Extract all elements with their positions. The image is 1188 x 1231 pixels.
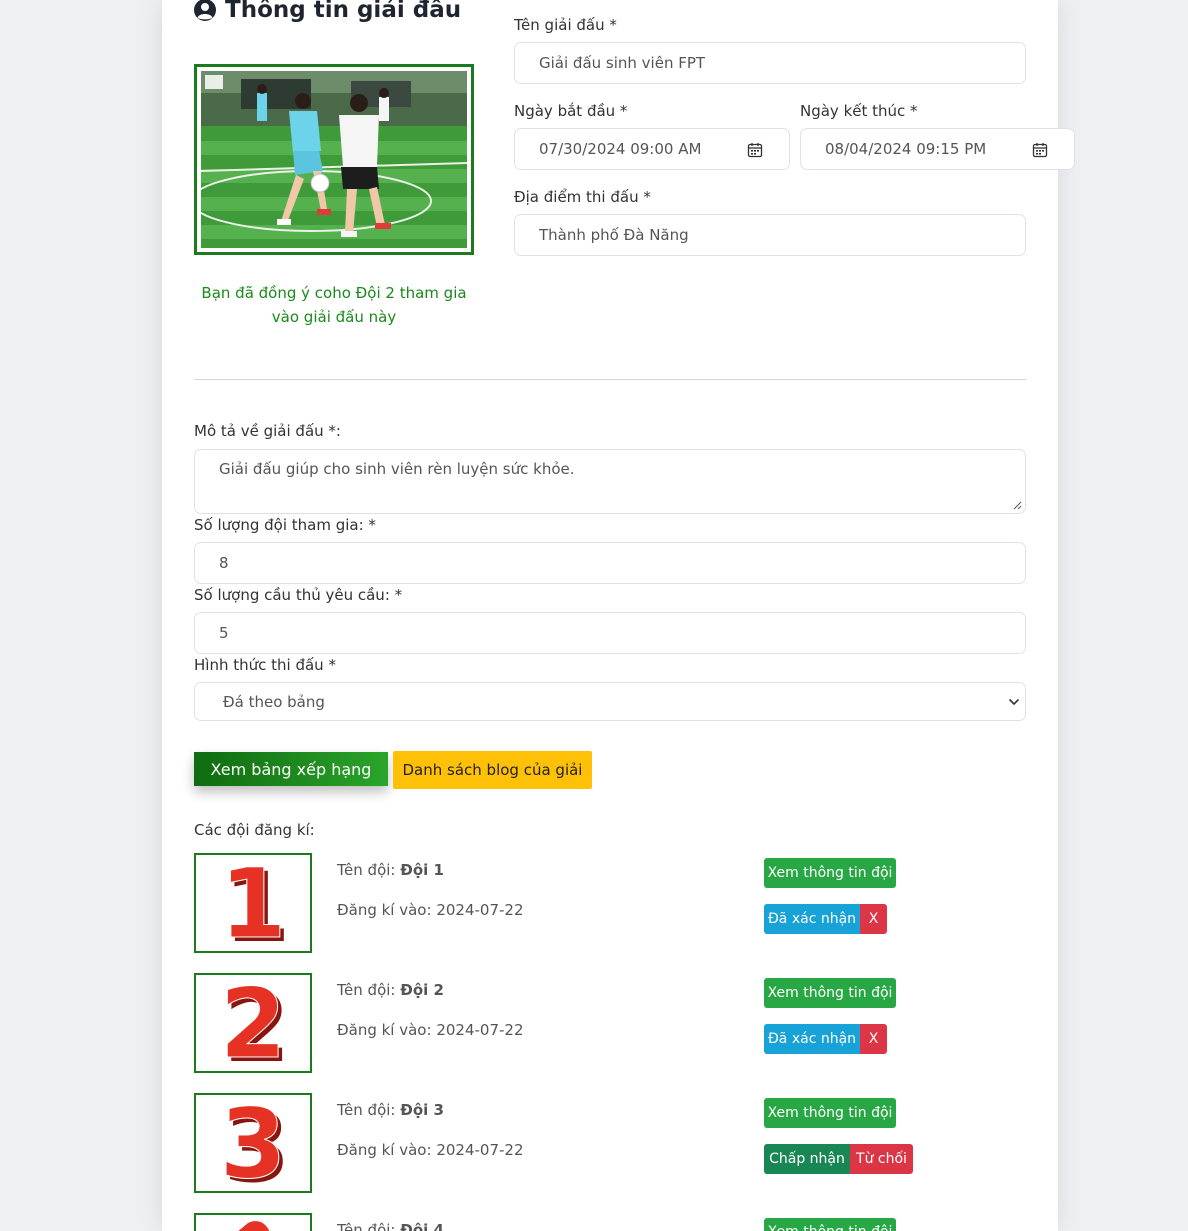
view-team-button[interactable]: Xem thông tin đội bbox=[764, 1218, 896, 1231]
player-count-value: 5 bbox=[219, 624, 229, 642]
team-logo bbox=[194, 1213, 312, 1231]
section-divider bbox=[194, 379, 1026, 380]
tournament-photo bbox=[201, 71, 467, 248]
location-input[interactable]: Thành phố Đà Năng bbox=[514, 214, 1026, 256]
player-count-input[interactable]: 5 bbox=[194, 612, 1026, 654]
description-label: Mô tả về giải đấu *: bbox=[194, 422, 341, 440]
view-standings-button[interactable]: Xem bảng xếp hạng bbox=[194, 752, 388, 786]
team-name: Tên đội: Đội 2 bbox=[337, 981, 444, 999]
page-title: Thông tin giải đấu bbox=[193, 0, 461, 23]
calendar-icon[interactable] bbox=[747, 142, 763, 158]
team-name: Tên đội: Đội 1 bbox=[337, 861, 444, 879]
format-select[interactable]: Đá theo bảng bbox=[194, 682, 1026, 721]
team-name: Tên đội: Đội 4 bbox=[337, 1221, 444, 1231]
teams-heading: Các đội đăng kí: bbox=[194, 821, 315, 839]
start-date-label: Ngày bắt đầu * bbox=[514, 102, 628, 120]
team-registered-date: Đăng kí vào: 2024-07-22 bbox=[337, 1021, 524, 1039]
resize-grip-icon[interactable] bbox=[1013, 501, 1022, 510]
start-date-value: 07/30/2024 09:00 AM bbox=[539, 140, 702, 158]
user-circle-icon bbox=[194, 0, 216, 21]
accept-team-button[interactable]: Chấp nhận bbox=[764, 1144, 850, 1174]
team-count-input[interactable]: 8 bbox=[194, 542, 1026, 584]
svg-text:3: 3 bbox=[220, 1095, 287, 1191]
page-title-text: Thông tin giải đấu bbox=[225, 0, 462, 23]
team-registered-date: Đăng kí vào: 2024-07-22 bbox=[337, 1141, 524, 1159]
name-label: Tên giải đấu * bbox=[514, 16, 617, 34]
chevron-down-icon bbox=[1009, 699, 1019, 705]
team-logo: 1 1 bbox=[194, 853, 312, 953]
team-number-image: 3 3 bbox=[219, 1095, 290, 1191]
team-number-image: 2 2 bbox=[219, 975, 290, 1071]
confirmed-button[interactable]: Đã xác nhận bbox=[764, 1024, 860, 1054]
name-input[interactable]: Giải đấu sinh viên FPT bbox=[514, 42, 1026, 84]
end-date-label: Ngày kết thúc * bbox=[800, 102, 918, 120]
location-value: Thành phố Đà Năng bbox=[539, 226, 689, 244]
team-logo: 2 2 bbox=[194, 973, 312, 1073]
team-count-value: 8 bbox=[219, 554, 229, 572]
description-value: Giải đấu giúp cho sinh viên rèn luyện sứ… bbox=[219, 460, 575, 478]
team-registered-date: Đăng kí vào: 2024-07-22 bbox=[337, 901, 524, 919]
calendar-icon[interactable] bbox=[1032, 142, 1048, 158]
view-team-button[interactable]: Xem thông tin đội bbox=[764, 978, 896, 1008]
consent-message: Bạn đã đồng ý coho Đội 2 tham gia vào gi… bbox=[201, 284, 467, 326]
start-date-input[interactable]: 07/30/2024 09:00 AM bbox=[514, 128, 790, 170]
view-team-button[interactable]: Xem thông tin đội bbox=[764, 1098, 896, 1128]
team-count-label: Số lượng đội tham gia: * bbox=[194, 516, 376, 534]
remove-team-button[interactable]: X bbox=[860, 1024, 887, 1054]
description-textarea[interactable]: Giải đấu giúp cho sinh viên rèn luyện sứ… bbox=[194, 449, 1026, 514]
confirmed-button[interactable]: Đã xác nhận bbox=[764, 904, 860, 934]
player-count-label: Số lượng cầu thủ yêu cầu: * bbox=[194, 586, 403, 604]
blog-list-button[interactable]: Danh sách blog của giải bbox=[393, 751, 592, 789]
svg-text:1: 1 bbox=[220, 855, 287, 951]
team-number-image: 1 1 bbox=[219, 855, 290, 951]
team-name: Tên đội: Đội 3 bbox=[337, 1101, 444, 1119]
team-logo: 3 3 bbox=[194, 1093, 312, 1193]
end-date-value: 08/04/2024 09:15 PM bbox=[825, 140, 987, 158]
end-date-input[interactable]: 08/04/2024 09:15 PM bbox=[800, 128, 1075, 170]
format-value: Đá theo bảng bbox=[223, 692, 325, 711]
reject-team-button[interactable]: Từ chối bbox=[850, 1144, 913, 1174]
format-label: Hình thức thi đấu * bbox=[194, 656, 336, 674]
location-label: Địa điểm thi đấu * bbox=[514, 188, 651, 206]
view-team-button[interactable]: Xem thông tin đội bbox=[764, 858, 896, 888]
svg-text:2: 2 bbox=[220, 975, 287, 1071]
tournament-photo-frame bbox=[194, 64, 474, 255]
remove-team-button[interactable]: X bbox=[860, 904, 887, 934]
name-value: Giải đấu sinh viên FPT bbox=[539, 54, 706, 72]
team-number-image bbox=[238, 1221, 270, 1231]
